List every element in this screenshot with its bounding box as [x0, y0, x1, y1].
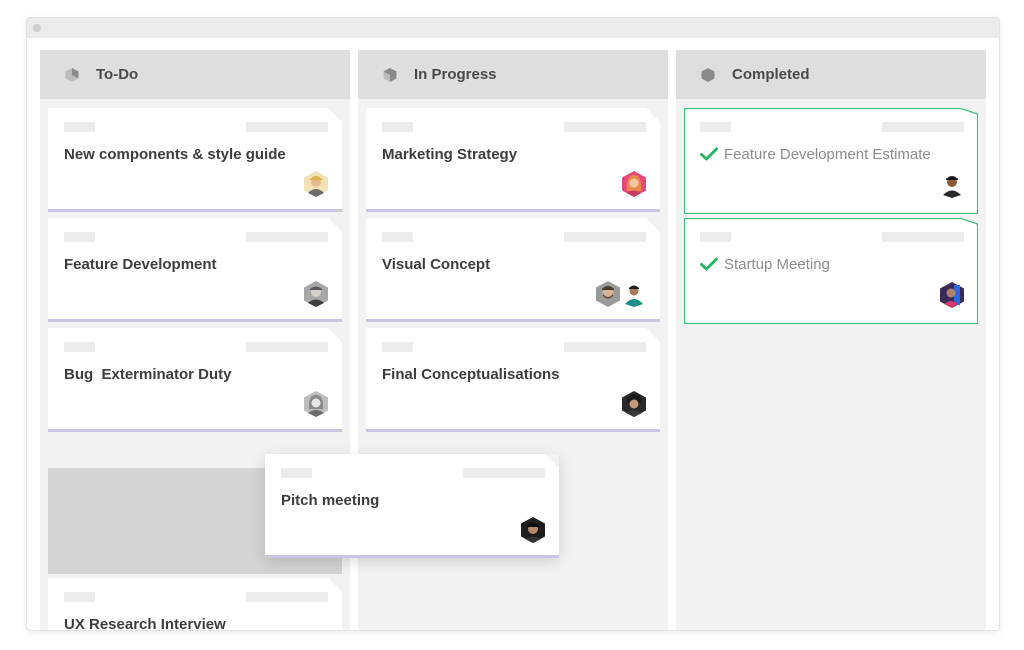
title-bar	[27, 18, 999, 38]
avatar-brown-man[interactable]	[940, 172, 964, 198]
hexagon-quarter-icon	[65, 67, 79, 82]
card-date-placeholder	[246, 232, 328, 242]
avatar-grey-man[interactable]	[304, 281, 328, 307]
task-card[interactable]: Marketing Strategy	[366, 108, 660, 212]
card-date-placeholder	[564, 122, 646, 132]
card-tag-placeholder	[64, 342, 95, 352]
card-title: Feature Development	[64, 256, 217, 273]
card-date-placeholder	[564, 232, 646, 242]
column-title: In Progress	[414, 66, 497, 83]
card-tag-placeholder	[64, 592, 95, 602]
card-date-placeholder	[246, 342, 328, 352]
card-date-placeholder	[882, 122, 964, 132]
card-title: Feature Development Estimate	[724, 146, 931, 163]
card-title: New components & style guide	[64, 146, 286, 163]
task-card[interactable]: Visual Concept	[366, 218, 660, 322]
task-card[interactable]: UX Research Interview	[48, 578, 342, 631]
card-tag-placeholder	[64, 232, 95, 242]
card-title: UX Research Interview	[64, 616, 226, 631]
card-title: Marketing Strategy	[382, 146, 518, 163]
card-title: Bug Exterminator Duty	[64, 366, 232, 383]
column-title: To-Do	[96, 66, 139, 83]
avatar-blonde-man[interactable]	[304, 171, 328, 197]
avatar-grey-woman[interactable]	[304, 391, 328, 417]
avatar-teal-man[interactable]	[622, 281, 646, 307]
card-fold-corner	[545, 454, 559, 468]
column-completed: Completed Feature Development Estimate S…	[676, 50, 986, 630]
card-tag-placeholder	[281, 468, 312, 478]
hexagon-full-icon	[701, 67, 715, 82]
task-card[interactable]: Bug Exterminator Duty	[48, 328, 342, 432]
card-date-placeholder	[246, 592, 328, 602]
card-title: Visual Concept	[382, 256, 491, 273]
task-card[interactable]: New components & style guide	[48, 108, 342, 212]
card-title: Final Conceptualisations	[382, 366, 560, 383]
column-header-in-progress[interactable]: In Progress	[358, 50, 668, 99]
avatar-neon-man[interactable]	[940, 282, 964, 308]
check-icon	[700, 257, 718, 271]
column-header-todo[interactable]: To-Do	[40, 50, 350, 99]
avatar-curly-man[interactable]	[622, 391, 646, 417]
card-date-placeholder	[246, 122, 328, 132]
card-tag-placeholder	[700, 122, 731, 132]
card-tag-placeholder	[64, 122, 95, 132]
hexagon-half-icon	[383, 67, 397, 82]
column-title: Completed	[732, 66, 810, 83]
avatar-redhead-woman[interactable]	[622, 171, 646, 197]
check-icon	[700, 147, 718, 161]
avatar-bearded-man[interactable]	[596, 281, 620, 307]
completed-task-card[interactable]: Feature Development Estimate	[684, 108, 978, 214]
card-tag-placeholder	[382, 342, 413, 352]
dragged-task-card[interactable]: Pitch meeting	[265, 454, 559, 558]
card-tag-placeholder	[382, 122, 413, 132]
column-header-completed[interactable]: Completed	[676, 50, 986, 99]
card-date-placeholder	[564, 342, 646, 352]
card-title: Pitch meeting	[281, 492, 380, 509]
card-date-placeholder	[463, 468, 545, 478]
card-title: Startup Meeting	[724, 256, 830, 273]
app-window: To-Do New components & style guide Featu…	[26, 17, 1000, 631]
window-dot-icon[interactable]	[33, 24, 41, 32]
task-card[interactable]: Final Conceptualisations	[366, 328, 660, 432]
avatar-dark-haired-man[interactable]	[521, 517, 545, 543]
card-date-placeholder	[882, 232, 964, 242]
card-tag-placeholder	[382, 232, 413, 242]
card-tag-placeholder	[700, 232, 731, 242]
task-card[interactable]: Feature Development	[48, 218, 342, 322]
completed-task-card[interactable]: Startup Meeting	[684, 218, 978, 324]
